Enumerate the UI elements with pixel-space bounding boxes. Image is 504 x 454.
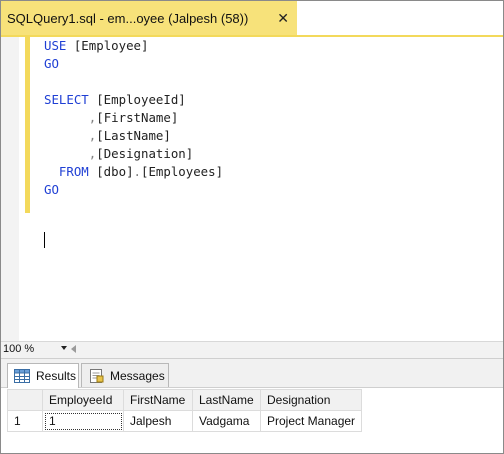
results-tab-strip: Results Messages: [1, 359, 503, 388]
row-header-corner[interactable]: [7, 389, 43, 411]
document-tab-title: SQLQuery1.sql - em...oyee (Jalpesh (58)): [7, 10, 249, 26]
column-header-designation[interactable]: Designation: [259, 389, 363, 411]
table-row[interactable]: 1 1 Jalpesh Vadgama Project Manager: [7, 410, 363, 432]
code-line[interactable]: FROM [dbo].[Employees]: [44, 163, 223, 181]
code-line[interactable]: SELECT [EmployeeId]: [44, 91, 223, 109]
zoom-value: 100 %: [3, 343, 35, 355]
tab-messages[interactable]: Messages: [81, 363, 169, 387]
editor-gutter: [1, 37, 19, 341]
tab-results[interactable]: Results: [7, 363, 79, 388]
code-line[interactable]: USE [Employee]: [44, 37, 223, 55]
code-line[interactable]: ,[FirstName]: [44, 109, 223, 127]
sql-keyword: FROM: [58, 164, 89, 179]
sql-token: [FirstName]: [96, 110, 179, 125]
sql-token: [LastName]: [96, 128, 171, 143]
close-icon[interactable]: ✕: [277, 10, 289, 27]
change-tracking-bar: [25, 37, 30, 213]
row-number-cell[interactable]: 1: [7, 410, 43, 432]
chevron-down-icon: [61, 346, 67, 350]
code-line[interactable]: [44, 73, 223, 91]
query-window: SQLQuery1.sql - em...oyee (Jalpesh (58))…: [0, 0, 504, 454]
grid-cell[interactable]: Vadgama: [192, 410, 261, 432]
sql-keyword: SELECT: [44, 92, 89, 107]
results-grid-area: EmployeeId FirstName LastName Designatio…: [1, 388, 503, 453]
tab-messages-label: Messages: [110, 368, 165, 383]
column-header-lastname[interactable]: LastName: [192, 389, 261, 411]
sql-keyword: GO: [44, 56, 59, 71]
sql-keyword: USE: [44, 38, 67, 53]
zoom-dropdown[interactable]: 100 %: [3, 342, 67, 357]
tab-results-label: Results: [36, 369, 77, 383]
results-grid[interactable]: EmployeeId FirstName LastName Designatio…: [7, 389, 363, 432]
code-line[interactable]: ,[LastName]: [44, 127, 223, 145]
editor-status-bar: 100 %: [1, 341, 503, 359]
column-header-firstname[interactable]: FirstName: [123, 389, 193, 411]
sql-code[interactable]: USE [Employee] GO SELECT [EmployeeId] ,[Fi…: [44, 37, 223, 199]
grid-icon: [14, 369, 30, 383]
code-line[interactable]: ,[Designation]: [44, 145, 223, 163]
document-tab-bar: SQLQuery1.sql - em...oyee (Jalpesh (58))…: [1, 1, 503, 37]
document-tab[interactable]: SQLQuery1.sql - em...oyee (Jalpesh (58))…: [1, 1, 297, 35]
sql-token: [EmployeeId]: [88, 92, 186, 107]
sql-editor[interactable]: USE [Employee] GO SELECT [EmployeeId] ,[Fi…: [1, 37, 503, 341]
messages-icon: [90, 368, 104, 383]
sql-token: [Employees]: [141, 164, 224, 179]
grid-header-row: EmployeeId FirstName LastName Designatio…: [7, 389, 363, 411]
text-caret: [44, 232, 45, 248]
sql-token: [dbo]: [88, 164, 134, 179]
code-line[interactable]: GO: [44, 55, 223, 73]
sql-token: .: [133, 164, 141, 179]
grid-cell[interactable]: 1: [42, 410, 124, 432]
code-line[interactable]: GO: [44, 181, 223, 199]
sql-token: [Designation]: [96, 146, 194, 161]
grid-cell[interactable]: Jalpesh: [123, 410, 193, 432]
sql-token: [Employee]: [66, 38, 149, 53]
sql-keyword: GO: [44, 182, 59, 197]
column-header-employeeid[interactable]: EmployeeId: [42, 389, 124, 411]
scroll-left-icon[interactable]: [71, 345, 76, 353]
grid-cell[interactable]: Project Manager: [259, 410, 363, 432]
